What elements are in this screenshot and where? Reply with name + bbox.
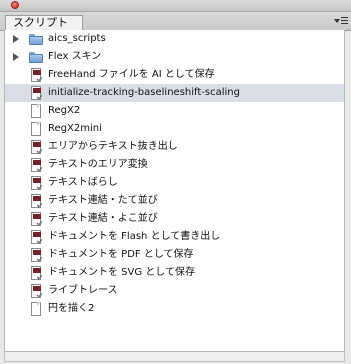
disclosure-triangle-icon[interactable] [13, 53, 19, 61]
list-item-label: initialize-tracking-baselineshift-scalin… [48, 87, 240, 98]
chevron-down-icon [334, 19, 340, 23]
menu-lines-icon [341, 17, 348, 18]
script-list[interactable]: aics_scripts Flex スキン FreeHand ファイルを AI とし… [4, 30, 345, 352]
list-item[interactable]: テキスト連結・たて並び [5, 192, 344, 210]
list-item[interactable]: ライブトレース [5, 282, 344, 300]
list-item-label: ドキュメントを SVG として保存 [48, 267, 195, 278]
list-item-label: ライブトレース [48, 285, 118, 296]
document-icon [29, 103, 43, 119]
script-icon [29, 193, 43, 209]
script-icon [29, 139, 43, 155]
script-icon [29, 211, 43, 227]
list-item[interactable]: 円を描く2 [5, 300, 344, 318]
scripts-panel: スクリプト aics_scripts Flex スキン FreeHand ファイルを… [0, 0, 351, 364]
list-item[interactable]: テキスト連結・よこ並び [5, 210, 344, 228]
list-item-label: Flex スキン [48, 51, 102, 62]
tab-scripts[interactable]: スクリプト [5, 15, 83, 31]
list-item-label: テキストのエリア変換 [48, 159, 148, 170]
list-item-label: 円を描く2 [48, 303, 95, 314]
list-item-label: ドキュメントを Flash として書き出し [48, 231, 221, 242]
folder-icon [29, 31, 43, 47]
script-icon [29, 265, 43, 281]
list-item-label: テキスト連結・よこ並び [48, 213, 158, 224]
script-icon [29, 67, 43, 83]
list-item[interactable]: テキストばらし [5, 174, 344, 192]
list-item-label: エリアからテキスト抜き出し [48, 141, 178, 152]
close-button[interactable] [11, 1, 19, 9]
list-item[interactable]: テキストのエリア変換 [5, 156, 344, 174]
script-icon [29, 283, 43, 299]
list-item[interactable]: エリアからテキスト抜き出し [5, 138, 344, 156]
list-item[interactable]: RegX2 [5, 102, 344, 120]
script-icon [29, 229, 43, 245]
list-item-label: ドキュメントを PDF として保存 [48, 249, 194, 260]
list-item-label: テキスト連結・たて並び [48, 195, 158, 206]
horizontal-scrollbar[interactable] [4, 352, 345, 362]
list-item-label: FreeHand ファイルを AI として保存 [48, 69, 215, 80]
script-icon [29, 157, 43, 173]
list-item-label: RegX2mini [48, 123, 102, 134]
script-icon [29, 175, 43, 191]
panel-menu-button[interactable] [334, 15, 348, 27]
panel-titlebar[interactable] [0, 0, 351, 12]
list-item[interactable]: ドキュメントを Flash として書き出し [5, 228, 344, 246]
list-item[interactable]: FreeHand ファイルを AI として保存 [5, 66, 344, 84]
list-item-label: RegX2 [48, 105, 81, 116]
disclosure-triangle-icon[interactable] [13, 35, 19, 43]
panel-tabbar: スクリプト [0, 12, 351, 31]
list-item[interactable]: ドキュメントを PDF として保存 [5, 246, 344, 264]
script-icon [29, 247, 43, 263]
list-item[interactable]: ドキュメントを SVG として保存 [5, 264, 344, 282]
script-icon [29, 85, 43, 101]
tab-scripts-label: スクリプト [13, 16, 68, 29]
folder-icon [29, 49, 43, 65]
document-icon [29, 121, 43, 137]
list-item[interactable]: RegX2mini [5, 120, 344, 138]
list-item-label: テキストばらし [48, 177, 118, 188]
list-item[interactable]: initialize-tracking-baselineshift-scalin… [5, 84, 344, 102]
document-icon [29, 301, 43, 317]
list-item-label: aics_scripts [48, 33, 106, 44]
list-item[interactable]: aics_scripts [5, 30, 344, 48]
list-item[interactable]: Flex スキン [5, 48, 344, 66]
